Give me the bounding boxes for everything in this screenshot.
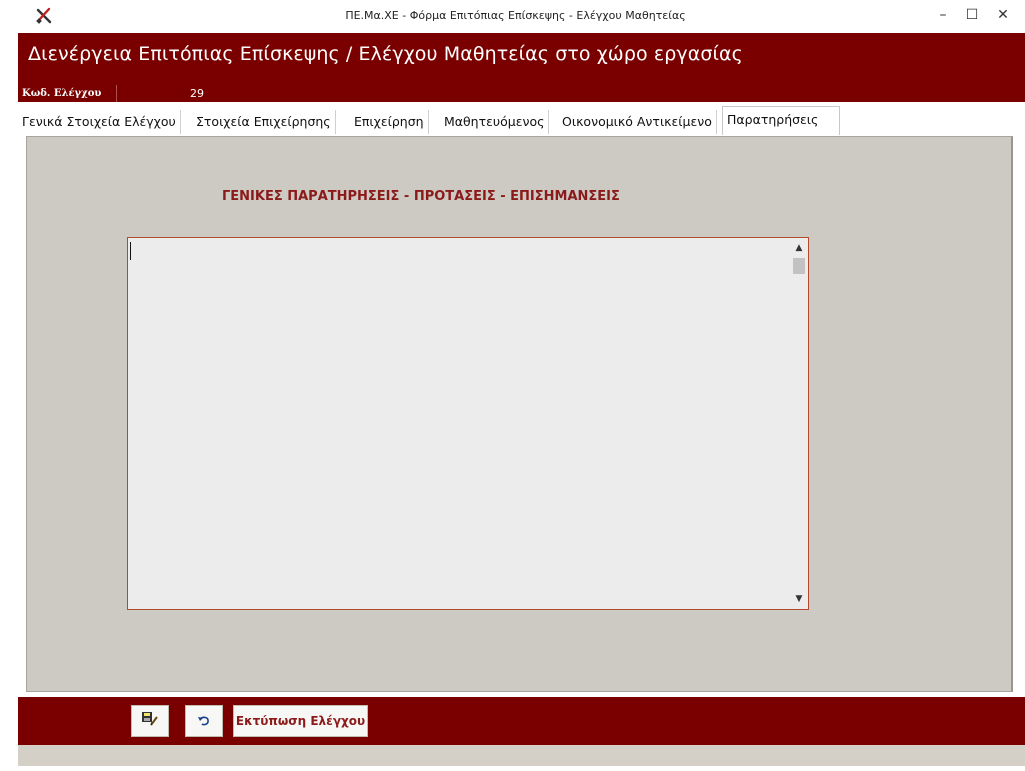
close-icon[interactable]: ✕ [988,2,1018,28]
remarks-heading: ΓΕΝΙΚΕΣ ΠΑΡΑΤΗΡΗΣΕΙΣ - ΠΡΟΤΑΣΕΙΣ - ΕΠΙΣΗ… [222,189,620,204]
print-inspection-button[interactable]: Εκτύπωση Ελέγχου [233,705,368,737]
window-title: ΠΕ.Μα.ΧΕ - Φόρμα Επιτόπιας Επίσκεψης - Ε… [345,9,686,22]
form-title: Διενέργεια Επιτόπιας Επίσκεψης / Ελέγχου… [28,43,743,65]
undo-button[interactable] [185,705,223,737]
tab-business-details[interactable]: Στοιχεία Επιχείρησης [192,110,336,134]
remarks-panel: ΓΕΝΙΚΕΣ ΠΑΡΑΤΗΡΗΣΕΙΣ - ΠΡΟΤΑΣΕΙΣ - ΕΠΙΣΗ… [26,136,1013,692]
title-bar: ΠΕ.Μα.ΧΕ - Φόρμα Επιτόπιας Επίσκεψης - Ε… [6,0,1025,32]
maximize-icon[interactable]: ☐ [957,2,987,28]
tab-financial-subject[interactable]: Οικονομικό Αντικείμενο [558,110,717,134]
scroll-down-icon[interactable]: ▼ [790,591,808,607]
form-footer: Εκτύπωση Ελέγχου [18,697,1025,745]
tab-remarks[interactable]: Παρατηρήσεις [722,106,840,135]
inspection-code-label: Κωδ. Ελέγχου [22,88,102,99]
tab-apprentice[interactable]: Μαθητευόμενος [440,110,550,134]
form-header: Διενέργεια Επιτόπιας Επίσκεψης / Ελέγχου… [18,33,1025,102]
remarks-scrollbar[interactable]: ▲ ▼ [790,238,808,609]
scroll-thumb[interactable] [793,258,805,274]
save-button[interactable] [131,705,169,737]
remarks-textarea[interactable]: ▲ ▼ [127,237,809,610]
text-caret [130,242,131,260]
undo-icon [197,712,211,731]
status-bar [18,745,1025,766]
scroll-up-icon[interactable]: ▲ [790,240,808,256]
tab-bar: Γενικά Στοιχεία Ελέγχου Στοιχεία Επιχείρ… [18,102,1025,138]
inspection-code-field[interactable]: 29 [116,85,210,102]
minimize-icon[interactable]: – [928,2,958,28]
app-window: ΠΕ.Μα.ΧΕ - Φόρμα Επιτόπιας Επίσκεψης - Ε… [6,0,1025,771]
save-edit-icon [141,711,159,731]
tab-general-info[interactable]: Γενικά Στοιχεία Ελέγχου [18,110,181,134]
tab-business[interactable]: Επιχείρηση [350,110,429,134]
